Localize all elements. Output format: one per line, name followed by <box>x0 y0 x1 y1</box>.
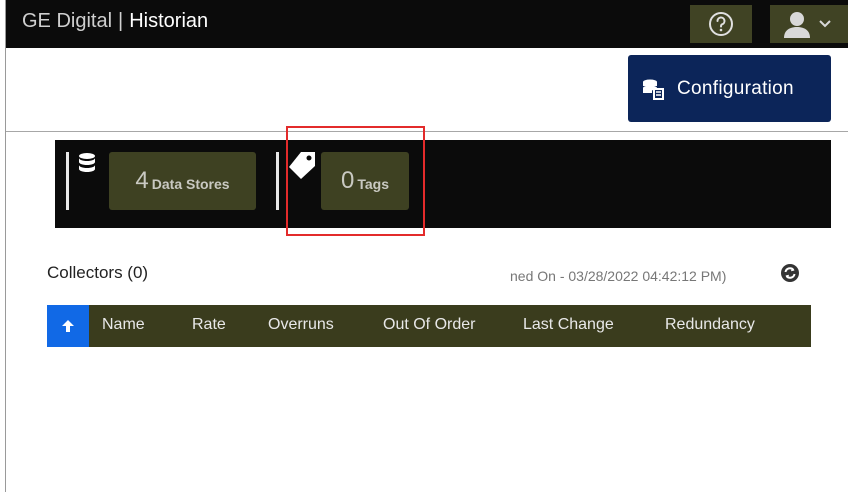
configuration-label: Configuration <box>677 77 794 99</box>
database-settings-icon <box>643 79 664 100</box>
column-header-last-change[interactable]: Last Change <box>523 316 614 334</box>
window-left-border <box>5 0 6 492</box>
refresh-icon[interactable] <box>780 263 800 283</box>
brand-name: GE Digital <box>22 10 113 32</box>
chevron-down-icon <box>819 20 831 28</box>
arrow-up-icon <box>62 320 74 332</box>
app-name: Historian <box>129 10 209 32</box>
data-stores-count: 4 <box>135 167 149 194</box>
sort-toggle[interactable] <box>47 305 89 347</box>
stats-divider <box>276 152 279 210</box>
column-header-name[interactable]: Name <box>102 316 145 334</box>
help-circle-icon <box>709 12 733 36</box>
user-menu-button[interactable] <box>770 5 848 43</box>
collectors-refreshed-time: ned On - 03/28/2022 04:42:12 PM) <box>510 268 727 284</box>
column-header-rate[interactable]: Rate <box>192 316 226 334</box>
collectors-table-header: Name Rate Overruns Out Of Order Last Cha… <box>47 305 811 347</box>
stats-divider <box>66 152 69 210</box>
help-button[interactable] <box>690 5 752 43</box>
top-bar: GE Digital | Historian <box>6 0 848 48</box>
configuration-button[interactable]: Configuration <box>628 55 831 122</box>
database-icon <box>79 153 95 172</box>
data-stores-label: Data Stores <box>151 176 230 192</box>
header-divider <box>6 131 848 132</box>
brand-title: GE Digital | Historian <box>22 10 208 33</box>
data-stores-stat[interactable]: 4 Data Stores <box>109 152 256 210</box>
tags-highlight-box <box>286 126 425 236</box>
column-header-redundancy[interactable]: Redundancy <box>665 316 755 334</box>
brand-separator: | <box>118 10 124 32</box>
user-icon <box>784 12 810 38</box>
collectors-title: Collectors (0) <box>47 263 149 282</box>
stats-band: 4 Data Stores 0 Tags <box>55 140 831 228</box>
column-header-out-of-order[interactable]: Out Of Order <box>383 316 475 334</box>
column-header-overruns[interactable]: Overruns <box>268 316 334 334</box>
